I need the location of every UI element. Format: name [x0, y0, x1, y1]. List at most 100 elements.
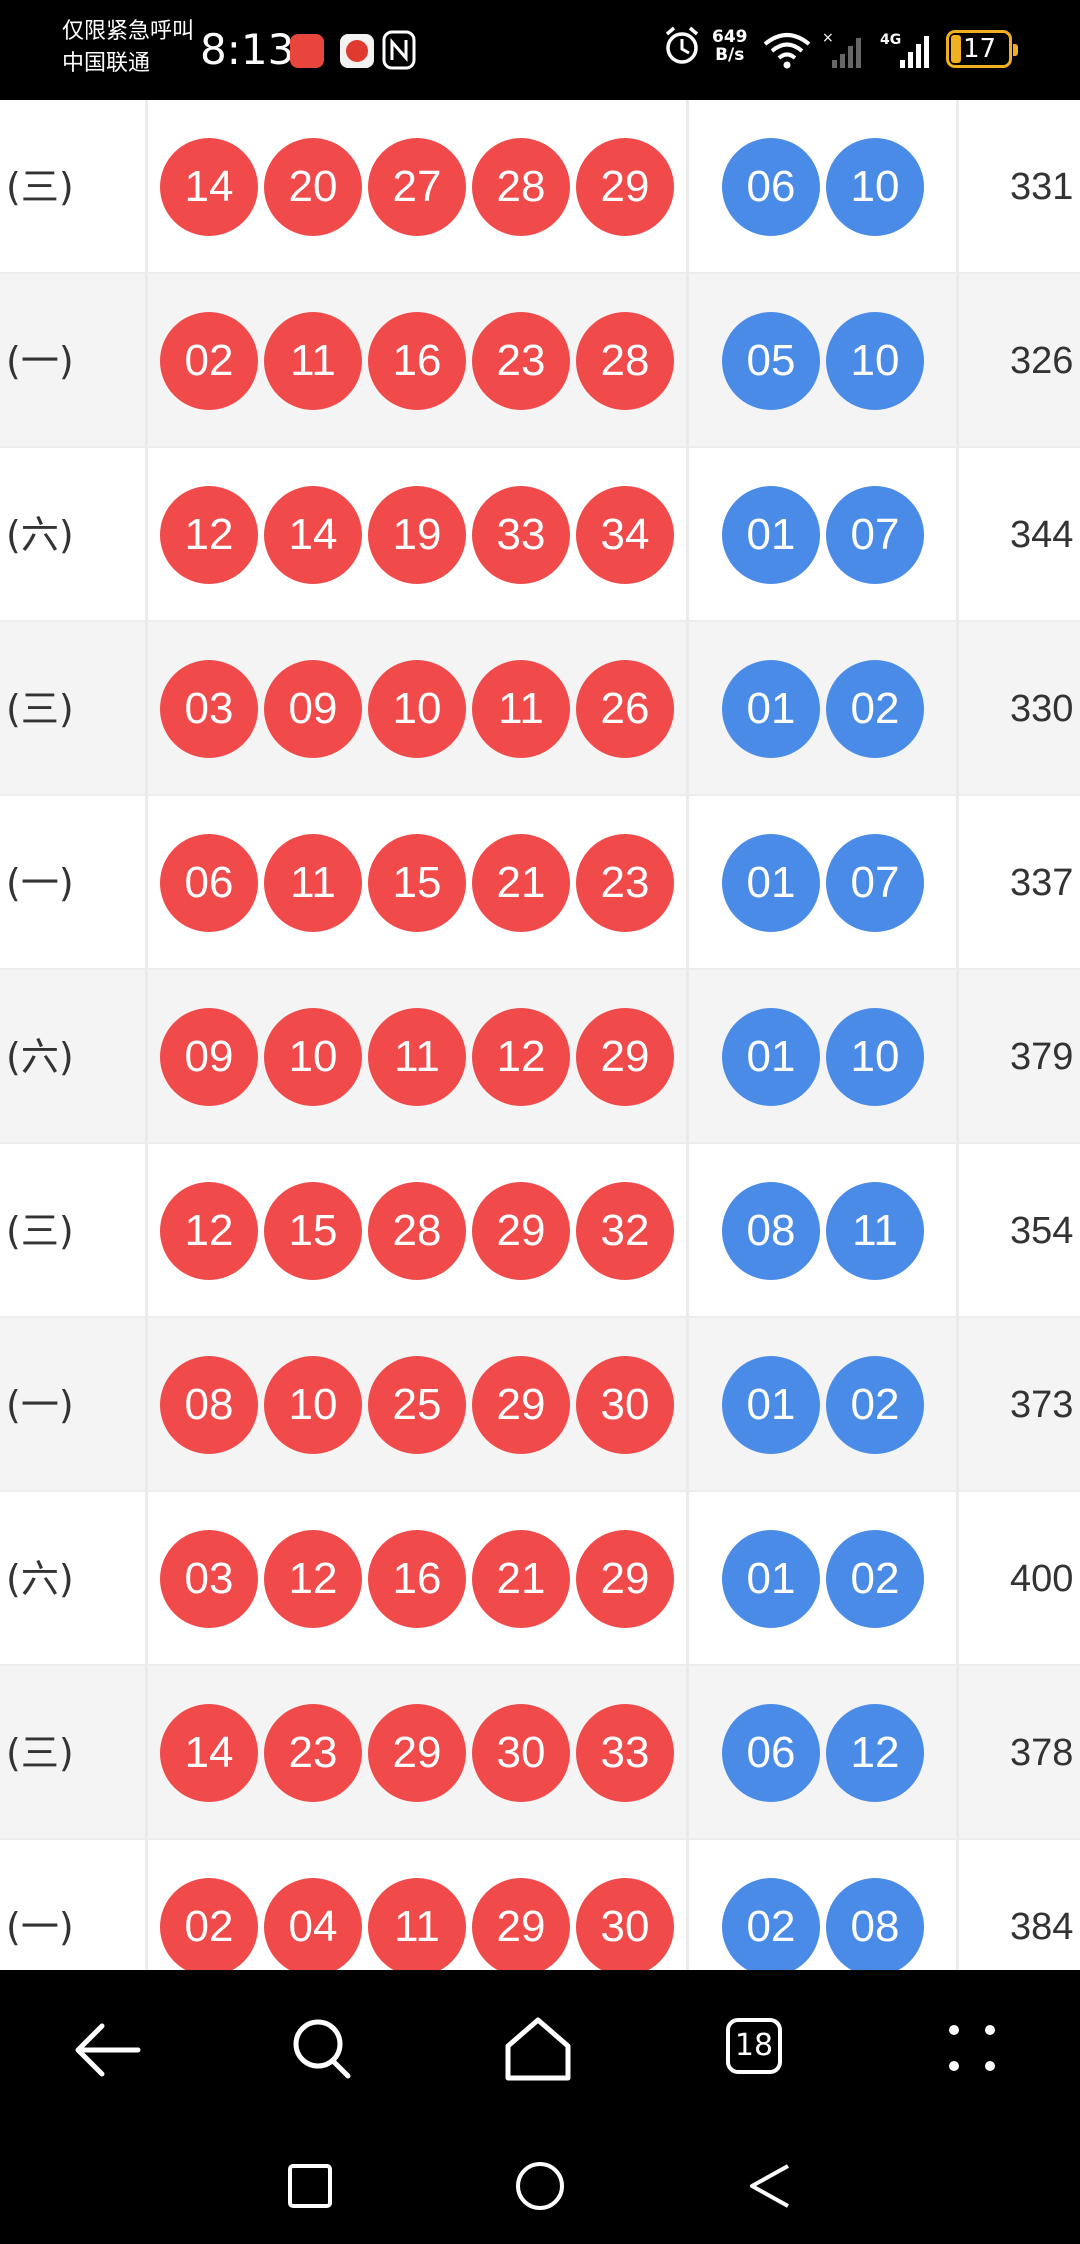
home-nav-icon[interactable] [510, 2156, 570, 2216]
red-ball: 21 [472, 834, 570, 932]
table-row[interactable]: (六) 03 12 16 21 29 01 02 400 [0, 1492, 1080, 1666]
draw-weekday: (一) [6, 861, 74, 905]
table-row[interactable]: (三) 12 15 28 29 32 08 11 354 [0, 1144, 1080, 1318]
column-divider [956, 1840, 959, 1970]
huawei-app-icon [290, 34, 324, 68]
back-icon [75, 2023, 141, 2077]
column-divider [956, 100, 959, 272]
blue-ball: 11 [826, 1182, 924, 1280]
table-row[interactable]: (一) 02 04 11 29 30 02 08 384 [0, 1840, 1080, 1970]
blue-ball: 01 [722, 834, 820, 932]
red-ball: 23 [472, 312, 570, 410]
red-ball: 29 [368, 1704, 466, 1802]
status-bar: 仅限紧急呼叫 中国联通 8:13 649 B/s × 4G 17 [0, 0, 1080, 100]
draw-weekday: (六) [6, 1035, 74, 1079]
red-ball: 10 [264, 1008, 362, 1106]
column-divider [145, 1144, 148, 1316]
alarm-icon [665, 26, 699, 64]
blue-ball: 02 [826, 660, 924, 758]
red-ball: 33 [472, 486, 570, 584]
column-divider [956, 1666, 959, 1838]
draw-weekday: (一) [6, 1905, 74, 1949]
blue-ball: 06 [722, 138, 820, 236]
column-divider [956, 622, 959, 794]
red-ball: 34 [576, 486, 674, 584]
column-divider [686, 1144, 689, 1316]
search-icon [293, 2019, 351, 2079]
red-ball: 14 [264, 486, 362, 584]
column-divider [686, 100, 689, 272]
draw-weekday: (三) [6, 1209, 74, 1253]
column-divider [956, 970, 959, 1142]
red-ball: 29 [472, 1356, 570, 1454]
red-ball: 30 [576, 1356, 674, 1454]
game-app-icon [340, 34, 374, 68]
red-ball: 11 [368, 1878, 466, 1970]
red-ball: 11 [368, 1008, 466, 1106]
column-divider [145, 448, 148, 620]
search-button[interactable] [282, 2010, 362, 2090]
home-button[interactable] [498, 2010, 578, 2090]
red-ball: 30 [576, 1878, 674, 1970]
more-button[interactable] [932, 2010, 1012, 2090]
column-divider [686, 970, 689, 1142]
lottery-results-table[interactable]: (三) 14 20 27 28 29 06 10 331 (一) 02 11 16 23 28 05 10 326… [0, 100, 1080, 1970]
table-row[interactable]: (六) 12 14 19 33 34 01 07 344 [0, 448, 1080, 622]
blue-ball: 02 [722, 1878, 820, 1970]
network-type-label: 4G [880, 32, 901, 48]
table-row[interactable]: (三) 14 20 27 28 29 06 10 331 [0, 100, 1080, 274]
table-row[interactable]: (一) 06 11 15 21 23 01 07 337 [0, 796, 1080, 970]
column-divider [956, 1492, 959, 1664]
red-ball: 29 [472, 1878, 570, 1970]
sum-value: 373 [1010, 1384, 1074, 1426]
back-button[interactable] [68, 2010, 148, 2090]
column-divider [145, 622, 148, 794]
table-row[interactable]: (一) 02 11 16 23 28 05 10 326 [0, 274, 1080, 448]
table-row[interactable]: (三) 03 09 10 11 26 01 02 330 [0, 622, 1080, 796]
blue-ball: 12 [826, 1704, 924, 1802]
sum-value: 378 [1010, 1732, 1074, 1774]
table-row[interactable]: (三) 14 23 29 30 33 06 12 378 [0, 1666, 1080, 1840]
red-ball: 12 [472, 1008, 570, 1106]
table-row[interactable]: (六) 09 10 11 12 29 01 10 379 [0, 970, 1080, 1144]
red-ball: 27 [368, 138, 466, 236]
sum-value: 379 [1010, 1036, 1074, 1078]
tabs-icon: 18 [726, 2018, 782, 2074]
red-ball: 03 [160, 660, 258, 758]
red-ball: 32 [576, 1182, 674, 1280]
sum-value: 400 [1010, 1558, 1074, 1600]
red-ball: 33 [576, 1704, 674, 1802]
column-divider [956, 448, 959, 620]
column-divider [145, 274, 148, 446]
red-ball: 29 [576, 1530, 674, 1628]
column-divider [956, 796, 959, 968]
blue-ball: 06 [722, 1704, 820, 1802]
red-ball: 09 [264, 660, 362, 758]
signal-icon: × [822, 30, 861, 68]
draw-weekday: (六) [6, 513, 74, 557]
column-divider [145, 1492, 148, 1664]
blue-ball: 01 [722, 660, 820, 758]
column-divider [956, 274, 959, 446]
tabs-button[interactable]: 18 [716, 2010, 796, 2090]
svg-text:×: × [822, 30, 834, 46]
column-divider [145, 1666, 148, 1838]
red-ball: 16 [368, 1530, 466, 1628]
recents-icon[interactable] [280, 2156, 340, 2216]
table-row[interactable]: (一) 08 10 25 29 30 01 02 373 [0, 1318, 1080, 1492]
column-divider [145, 796, 148, 968]
carrier-emergency-text: 仅限紧急呼叫 [62, 19, 195, 44]
red-ball: 23 [264, 1704, 362, 1802]
sum-value: 337 [1010, 862, 1074, 904]
red-ball: 26 [576, 660, 674, 758]
sum-value: 331 [1010, 166, 1074, 208]
red-ball: 08 [160, 1356, 258, 1454]
blue-ball: 08 [826, 1878, 924, 1970]
column-divider [956, 1144, 959, 1316]
battery-level: 17 [963, 34, 997, 64]
column-divider [686, 1840, 689, 1970]
draw-weekday: (六) [6, 1557, 74, 1601]
red-ball: 10 [264, 1356, 362, 1454]
back-nav-icon[interactable] [740, 2156, 800, 2216]
red-ball: 16 [368, 312, 466, 410]
